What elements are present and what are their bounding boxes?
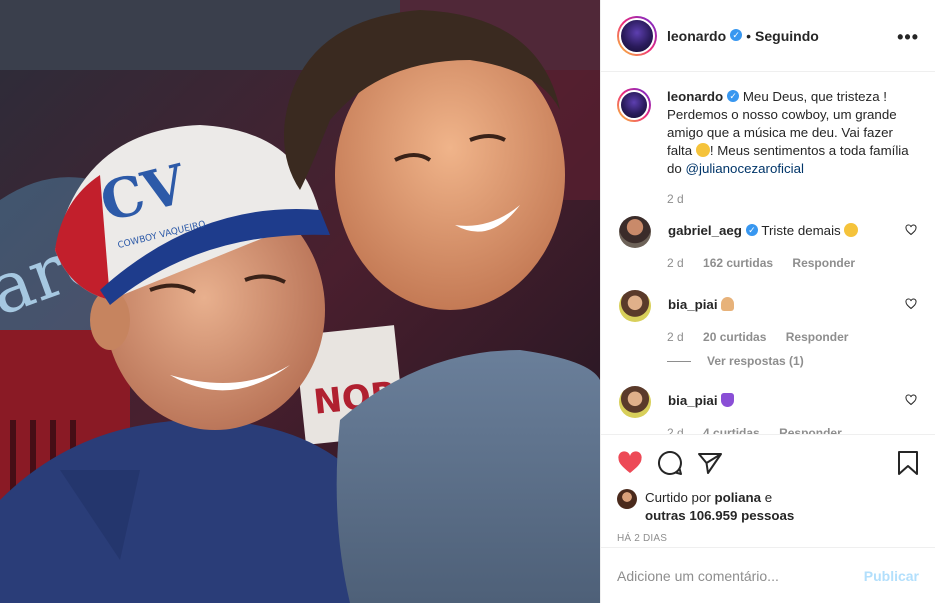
replies-line bbox=[667, 360, 691, 362]
liker-avatar[interactable] bbox=[617, 489, 637, 509]
liker-username[interactable]: poliana bbox=[714, 490, 761, 505]
reply-button[interactable]: Responder bbox=[792, 256, 855, 270]
comment-like-icon[interactable] bbox=[905, 298, 917, 310]
comment-item: bia_piai bbox=[617, 290, 919, 322]
purple-heart-emoji-icon bbox=[721, 393, 735, 407]
separator-dot: • bbox=[746, 27, 752, 44]
commenter-avatar[interactable] bbox=[619, 386, 651, 418]
caption-time[interactable]: 2 d bbox=[667, 192, 684, 206]
comment-button[interactable] bbox=[657, 443, 697, 483]
more-options-icon[interactable]: ••• bbox=[897, 27, 919, 48]
author-avatar[interactable] bbox=[617, 15, 657, 56]
commenter-avatar[interactable] bbox=[619, 290, 651, 322]
sad-face-emoji-icon bbox=[844, 223, 859, 237]
reply-button[interactable]: Responder bbox=[779, 426, 842, 434]
sad-face-emoji-icon bbox=[695, 143, 710, 157]
commenter-username[interactable]: bia_piai bbox=[668, 297, 718, 312]
comment-input[interactable] bbox=[617, 567, 864, 584]
comment-likes[interactable]: 162 curtidas bbox=[703, 256, 773, 270]
caption-username[interactable]: leonardo bbox=[667, 89, 723, 104]
comment-meta: 2 d 4 curtidas Responder bbox=[667, 426, 919, 434]
comment-meta: 2 d 20 curtidas Responder bbox=[667, 330, 919, 344]
caption-meta: 2 d bbox=[667, 192, 919, 206]
comment-item: bia_piai bbox=[617, 386, 919, 418]
liked-by-and: e bbox=[764, 490, 773, 505]
comment-likes[interactable]: 4 curtidas bbox=[703, 426, 760, 434]
liked-by-prefix: Curtido por bbox=[645, 490, 711, 505]
liked-by: Curtido por poliana e outras 106.959 pes… bbox=[617, 489, 919, 525]
comment-item: gabriel_aeg ✓ Triste demais bbox=[617, 216, 919, 248]
reply-button[interactable]: Responder bbox=[786, 330, 849, 344]
like-button[interactable] bbox=[617, 443, 657, 483]
post-date[interactable]: HÁ 2 DIAS bbox=[617, 533, 919, 544]
view-replies-label[interactable]: Ver respostas (1) bbox=[707, 354, 804, 368]
add-comment-bar: Publicar bbox=[601, 547, 935, 603]
comment-time[interactable]: 2 d bbox=[667, 330, 684, 344]
send-icon bbox=[698, 453, 722, 474]
share-button[interactable] bbox=[697, 443, 737, 483]
comment-like-icon[interactable] bbox=[905, 394, 917, 406]
publish-button[interactable]: Publicar bbox=[864, 568, 919, 584]
commenter-avatar[interactable] bbox=[619, 216, 651, 248]
post-header: leonardo ✓ • Seguindo ••• bbox=[601, 0, 935, 72]
following-button[interactable]: Seguindo bbox=[755, 28, 819, 44]
verified-icon: ✓ bbox=[730, 28, 743, 41]
post-panel: leonardo ✓ • Seguindo ••• leonardo ✓ Meu … bbox=[600, 0, 935, 603]
commenter-username[interactable]: bia_piai bbox=[668, 393, 718, 408]
comment-time[interactable]: 2 d bbox=[667, 256, 684, 270]
comment-text: Triste demais bbox=[761, 223, 841, 238]
comment-meta: 2 d 162 curtidas Responder bbox=[667, 256, 919, 270]
post-actions: Curtido por poliana e outras 106.959 pes… bbox=[601, 434, 935, 544]
heart-filled-icon bbox=[618, 451, 642, 473]
verified-icon: ✓ bbox=[745, 224, 758, 237]
woman-emoji-icon bbox=[721, 297, 735, 311]
comment-like-icon[interactable] bbox=[905, 224, 917, 236]
view-replies-button[interactable]: Ver respostas (1) bbox=[667, 354, 919, 368]
likes-count-link[interactable]: outras 106.959 pessoas bbox=[645, 508, 794, 523]
comment-bubble-icon bbox=[658, 450, 682, 475]
comment-likes[interactable]: 20 curtidas bbox=[703, 330, 766, 344]
caption-mention-link[interactable]: @juliano­cezaroficial bbox=[686, 161, 804, 176]
commenter-username[interactable]: gabriel_aeg bbox=[668, 223, 742, 238]
verified-icon: ✓ bbox=[727, 90, 740, 103]
photo-illustration: ardo NORO CV COWBOY VAQUEIRO bbox=[0, 0, 600, 603]
comments-list[interactable]: leonardo ✓ Meu Deus, que tristeza ! Perde… bbox=[601, 72, 935, 434]
caption: leonardo ✓ Meu Deus, que tristeza ! Perde… bbox=[617, 88, 919, 178]
author-username[interactable]: leonardo bbox=[667, 28, 726, 44]
bookmark-icon bbox=[898, 451, 918, 475]
caption-avatar[interactable] bbox=[617, 88, 651, 122]
post-photo[interactable]: ardo NORO CV COWBOY VAQUEIRO bbox=[0, 0, 600, 603]
comment-time[interactable]: 2 d bbox=[667, 426, 684, 434]
save-button[interactable] bbox=[879, 443, 919, 483]
